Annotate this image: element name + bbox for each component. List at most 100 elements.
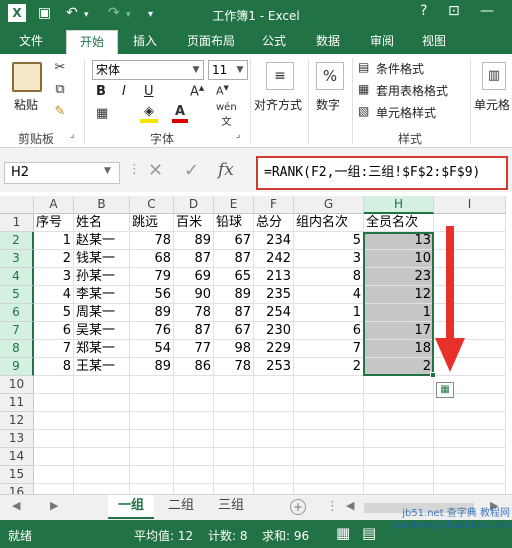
row-header-16[interactable]: 16	[0, 484, 34, 494]
table-cell[interactable]: 3	[294, 250, 364, 268]
minimize-button[interactable]: —	[480, 3, 494, 19]
italic-button[interactable]: I	[122, 84, 126, 99]
table-cell[interactable]: 赵某一	[74, 232, 130, 250]
help-button[interactable]: ?	[420, 3, 427, 19]
column-header-C[interactable]: C	[130, 196, 174, 214]
row-header-8[interactable]: 8	[0, 340, 34, 358]
table-cell[interactable]: 钱某一	[74, 250, 130, 268]
header-cell[interactable]: 全员名次	[364, 214, 434, 232]
row-header-1[interactable]: 1	[0, 214, 34, 232]
table-cell[interactable]: 90	[174, 286, 214, 304]
table-cell[interactable]: 郑某一	[74, 340, 130, 358]
empty-cell[interactable]	[254, 430, 294, 448]
empty-cell[interactable]	[434, 430, 506, 448]
empty-cell[interactable]	[174, 376, 214, 394]
table-cell[interactable]: 1	[294, 304, 364, 322]
column-header-G[interactable]: G	[294, 196, 364, 214]
table-cell[interactable]: 8	[34, 358, 74, 376]
table-cell[interactable]: 5	[34, 304, 74, 322]
format-painter-icon[interactable]: ✎	[52, 104, 68, 119]
new-sheet-icon[interactable]: +	[290, 499, 306, 515]
column-header-I[interactable]: I	[434, 196, 506, 214]
empty-cell[interactable]	[434, 484, 506, 494]
empty-cell[interactable]	[174, 412, 214, 430]
sheet-tab-group1[interactable]: 一组	[108, 495, 154, 519]
sheet-tab-group3[interactable]: 三组	[208, 495, 254, 519]
column-header-F[interactable]: F	[254, 196, 294, 214]
empty-cell[interactable]	[130, 394, 174, 412]
tab-file[interactable]: 文件	[6, 30, 56, 54]
empty-cell[interactable]	[294, 394, 364, 412]
empty-cell[interactable]	[74, 430, 130, 448]
table-cell[interactable]: 18	[364, 340, 434, 358]
empty-cell[interactable]	[214, 484, 254, 494]
cells-icon[interactable]: ▥	[482, 62, 506, 90]
table-cell[interactable]: 10	[364, 250, 434, 268]
row-header-15[interactable]: 15	[0, 466, 34, 484]
empty-cell[interactable]	[364, 412, 434, 430]
number-format-icon[interactable]: %	[316, 62, 344, 90]
table-cell[interactable]: 77	[174, 340, 214, 358]
empty-cell[interactable]	[34, 412, 74, 430]
empty-cell[interactable]	[294, 376, 364, 394]
empty-cell[interactable]	[130, 484, 174, 494]
table-cell[interactable]: 7	[34, 340, 74, 358]
phonetic-icon[interactable]: wén 文	[216, 102, 237, 128]
table-cell[interactable]: 8	[294, 268, 364, 286]
copy-icon[interactable]: ⧉	[52, 82, 68, 97]
empty-cell[interactable]	[434, 466, 506, 484]
table-cell[interactable]: 王某一	[74, 358, 130, 376]
empty-cell[interactable]	[34, 484, 74, 494]
format-as-table-button[interactable]: 套用表格格式	[376, 82, 448, 99]
tab-formulas[interactable]: 公式	[252, 30, 296, 54]
row-header-2[interactable]: 2	[0, 232, 34, 250]
ribbon-display-icon[interactable]: ⊡	[448, 3, 460, 19]
name-box-dropdown-icon[interactable]: ▼	[104, 166, 111, 176]
row-header-11[interactable]: 11	[0, 394, 34, 412]
empty-cell[interactable]	[130, 430, 174, 448]
alignment-button[interactable]: 对齐方式	[254, 96, 302, 113]
scroll-tabs-left-icon[interactable]: ◀	[12, 499, 20, 512]
empty-cell[interactable]	[294, 430, 364, 448]
table-cell[interactable]: 吴某一	[74, 322, 130, 340]
table-cell[interactable]: 213	[254, 268, 294, 286]
column-header-H[interactable]: H	[364, 196, 434, 214]
table-cell[interactable]: 54	[130, 340, 174, 358]
table-cell[interactable]: 1	[34, 232, 74, 250]
empty-cell[interactable]	[294, 484, 364, 494]
empty-cell[interactable]	[174, 394, 214, 412]
table-cell[interactable]: 4	[294, 286, 364, 304]
table-cell[interactable]: 1	[364, 304, 434, 322]
table-cell[interactable]: 李某一	[74, 286, 130, 304]
empty-cell[interactable]	[74, 466, 130, 484]
tab-home[interactable]: 开始	[66, 30, 118, 54]
empty-cell[interactable]	[130, 412, 174, 430]
table-cell[interactable]: 67	[214, 232, 254, 250]
empty-cell[interactable]	[364, 376, 434, 394]
table-cell[interactable]: 6	[294, 322, 364, 340]
row-header-6[interactable]: 6	[0, 304, 34, 322]
table-cell[interactable]: 229	[254, 340, 294, 358]
column-header-A[interactable]: A	[34, 196, 74, 214]
row-header-10[interactable]: 10	[0, 376, 34, 394]
font-size-combo[interactable]: 11 ▼	[208, 60, 248, 80]
number-button[interactable]: 数字	[316, 96, 340, 113]
empty-cell[interactable]	[434, 448, 506, 466]
paste-icon[interactable]	[12, 62, 42, 92]
tab-split-icon[interactable]: ⋮	[326, 499, 339, 514]
empty-cell[interactable]	[174, 484, 214, 494]
empty-cell[interactable]	[74, 412, 130, 430]
table-cell[interactable]: 68	[130, 250, 174, 268]
font-name-combo[interactable]: 宋体 ▼	[92, 60, 204, 80]
table-cell[interactable]: 253	[254, 358, 294, 376]
empty-cell[interactable]	[214, 430, 254, 448]
table-cell[interactable]: 7	[294, 340, 364, 358]
table-cell[interactable]: 78	[174, 304, 214, 322]
table-cell[interactable]: 89	[214, 286, 254, 304]
empty-cell[interactable]	[74, 484, 130, 494]
table-cell[interactable]: 87	[174, 250, 214, 268]
tab-insert[interactable]: 插入	[122, 30, 168, 54]
header-cell[interactable]: 组内名次	[294, 214, 364, 232]
column-header-E[interactable]: E	[214, 196, 254, 214]
table-cell[interactable]: 5	[294, 232, 364, 250]
